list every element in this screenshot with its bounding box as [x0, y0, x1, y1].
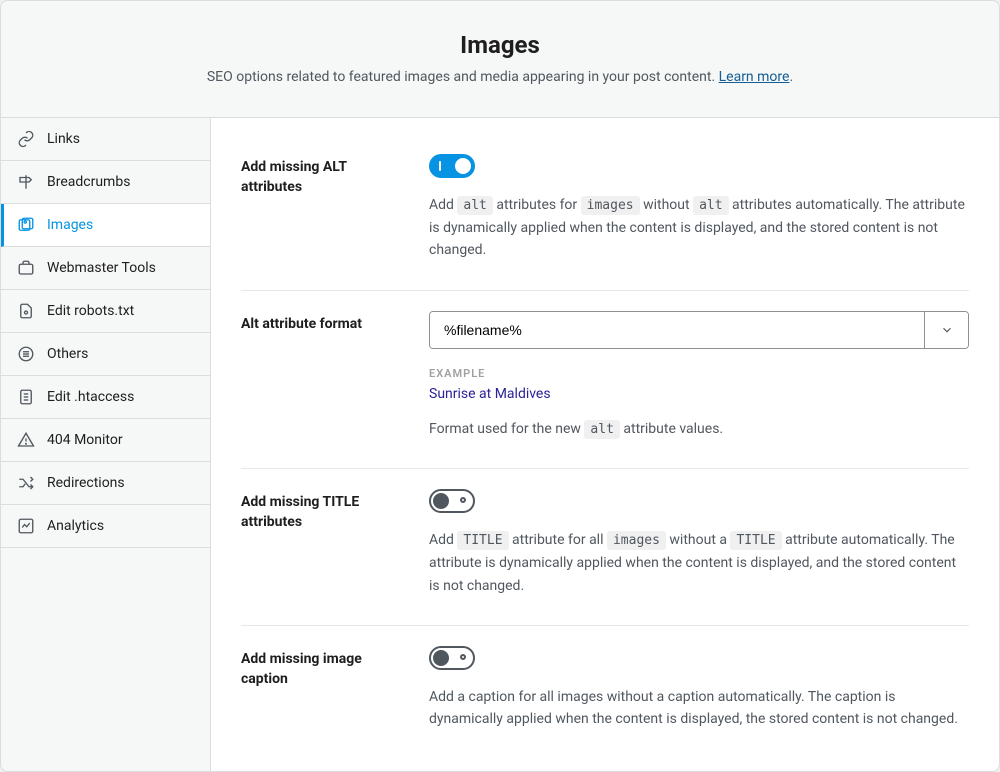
- file-icon: [17, 302, 35, 320]
- toggle-add-missing-title[interactable]: [429, 489, 475, 513]
- sidebar-item-breadcrumbs[interactable]: Breadcrumbs: [1, 161, 210, 204]
- alt-format-input[interactable]: [430, 312, 924, 348]
- variable-dropdown-button[interactable]: [924, 312, 968, 348]
- setting-add-missing-alt: Add missing ALT attributes Add alt attri…: [241, 148, 969, 291]
- setting-label: Add missing image caption: [241, 646, 391, 731]
- setting-label: Add missing ALT attributes: [241, 154, 391, 262]
- setting-description: Add alt attributes for images without al…: [429, 194, 969, 262]
- document-icon: [17, 388, 35, 406]
- sidebar-item-404-monitor[interactable]: 404 Monitor: [1, 419, 210, 462]
- settings-sidebar: Links Breadcrumbs Images: [1, 118, 211, 772]
- chevron-down-icon: [940, 323, 954, 337]
- example-label: EXAMPLE: [429, 367, 969, 380]
- warning-icon: [17, 431, 35, 449]
- learn-more-link[interactable]: Learn more: [719, 69, 790, 85]
- chart-icon: [17, 517, 35, 535]
- circle-list-icon: [17, 345, 35, 363]
- sidebar-item-label: Others: [47, 346, 88, 362]
- sidebar-item-label: Analytics: [47, 518, 104, 534]
- alt-format-field: [429, 311, 969, 349]
- setting-add-missing-title: Add missing TITLE attributes Add TITLE a…: [241, 469, 969, 626]
- setting-label: Alt attribute format: [241, 311, 391, 441]
- setting-description: Format used for the new alt attribute va…: [429, 418, 969, 441]
- sidebar-item-edit-robots[interactable]: Edit robots.txt: [1, 290, 210, 333]
- sidebar-item-edit-htaccess[interactable]: Edit .htaccess: [1, 376, 210, 419]
- settings-content: Add missing ALT attributes Add alt attri…: [211, 118, 999, 772]
- sidebar-item-label: Breadcrumbs: [47, 174, 130, 190]
- sidebar-item-links[interactable]: Links: [1, 118, 210, 161]
- sidebar-item-label: Webmaster Tools: [47, 260, 156, 276]
- page-header: Images SEO options related to featured i…: [1, 1, 999, 118]
- setting-add-missing-caption: Add missing image caption Add a caption …: [241, 626, 969, 759]
- sidebar-item-analytics[interactable]: Analytics: [1, 505, 210, 548]
- toggle-add-missing-caption[interactable]: [429, 646, 475, 670]
- setting-alt-format: Alt attribute format EXAMPLE Sunrise at …: [241, 291, 969, 470]
- sidebar-item-webmaster-tools[interactable]: Webmaster Tools: [1, 247, 210, 290]
- page-title: Images: [41, 31, 959, 59]
- sidebar-item-label: Edit .htaccess: [47, 389, 134, 405]
- sidebar-item-redirections[interactable]: Redirections: [1, 462, 210, 505]
- setting-description: Add a caption for all images without a c…: [429, 686, 969, 731]
- setting-label: Add missing TITLE attributes: [241, 489, 391, 597]
- image-icon: [17, 216, 35, 234]
- signpost-icon: [17, 173, 35, 191]
- link-icon: [17, 130, 35, 148]
- example-value: Sunrise at Maldives: [429, 386, 969, 402]
- sidebar-item-label: 404 Monitor: [47, 432, 123, 448]
- sidebar-item-others[interactable]: Others: [1, 333, 210, 376]
- toggle-add-missing-alt[interactable]: [429, 154, 475, 178]
- sidebar-item-label: Links: [47, 131, 80, 147]
- setting-description: Add TITLE attribute for all images witho…: [429, 529, 969, 597]
- shuffle-icon: [17, 474, 35, 492]
- sidebar-item-images[interactable]: Images: [1, 204, 210, 247]
- page-subtitle: SEO options related to featured images a…: [41, 69, 959, 85]
- sidebar-item-label: Images: [47, 217, 93, 233]
- sidebar-item-label: Redirections: [47, 475, 125, 491]
- briefcase-icon: [17, 259, 35, 277]
- sidebar-item-label: Edit robots.txt: [47, 303, 134, 319]
